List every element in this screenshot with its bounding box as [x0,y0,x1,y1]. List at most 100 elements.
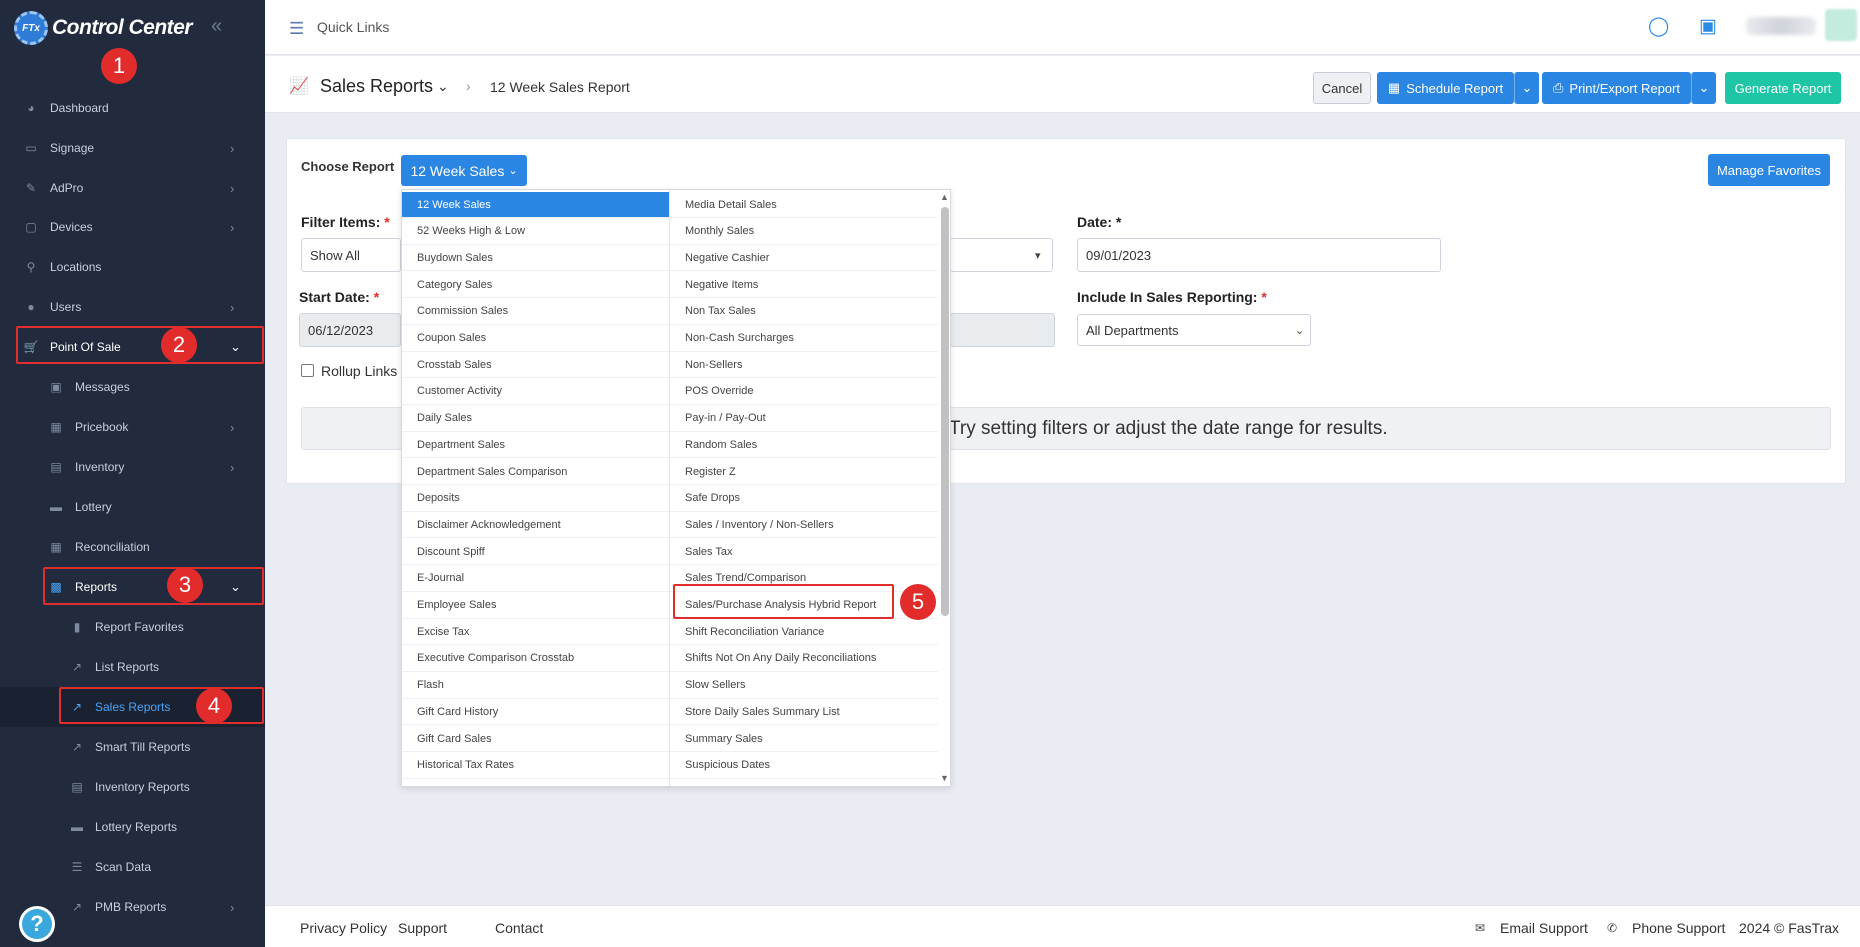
report-option[interactable]: Monthly Sales [670,219,938,245]
generate-report-button[interactable]: Generate Report [1725,72,1841,104]
report-option[interactable]: Buydown Sales [402,245,669,272]
report-option[interactable]: Coupon Sales [402,326,669,352]
sidebar-item-list-reports[interactable]: ↗ List Reports [0,647,265,687]
chevron-down-icon[interactable]: ⌄ [437,78,449,95]
report-option[interactable]: Non-Cash Surcharges [670,326,938,352]
report-option[interactable]: 52 Weeks High & Low [402,219,669,245]
sidebar-item-report-favorites[interactable]: ▮ Report Favorites [0,607,265,647]
report-option[interactable]: Negative Cashier [670,245,938,272]
report-option[interactable]: Sales Tax [670,539,938,566]
logo-icon: FTx [14,11,48,45]
choose-report-dropdown[interactable]: 12 Week Sales ⌄ [401,155,527,186]
date-input[interactable]: 09/01/2023 [1077,238,1441,272]
phone-support-link[interactable]: Phone Support [1632,920,1725,936]
chevron-right-icon: › [230,899,235,915]
menu-icon[interactable]: ☰ [289,19,304,39]
avatar[interactable] [1825,9,1857,41]
include-in-sales-select[interactable]: All Departments [1077,314,1311,346]
scrollbar-thumb[interactable] [941,207,949,616]
report-option[interactable]: Customer Activity [402,379,669,405]
report-option[interactable]: Disclaimer Acknowledgement [402,512,669,539]
sidebar-item-devices[interactable]: ▢ Devices › [0,207,265,247]
report-option[interactable]: Crosstab Sales [402,352,669,379]
sidebar-item-adpro[interactable]: ✎ AdPro › [0,168,265,208]
report-option[interactable]: Gift Card Sales [402,726,669,752]
email-support-link[interactable]: Email Support [1500,920,1588,936]
privacy-policy-link[interactable]: Privacy Policy [300,920,387,936]
sidebar-item-users[interactable]: ● Users › [0,287,265,327]
sidebar: FTx Control Center « ◕ Dashboard ▭ Signage… [0,0,265,947]
schedule-report-button[interactable]: ▦ Schedule Report [1377,72,1514,104]
sidebar-item-scan-data[interactable]: ☰ Scan Data [0,847,265,887]
report-option[interactable]: Flash [402,673,669,699]
sidebar-item-inventory-reports[interactable]: ▤ Inventory Reports [0,767,265,807]
report-option[interactable]: Gift Card History [402,699,669,726]
chat-icon[interactable]: ▣ [1699,15,1717,38]
report-option[interactable]: 12 Week Sales [402,192,669,218]
annotation-box-reports [43,567,264,605]
report-option[interactable]: Store Daily Sales Summary List [670,699,938,726]
scroll-down-icon[interactable]: ▼ [940,773,949,783]
filter-items-select[interactable]: Show All [301,238,401,272]
sidebar-item-lottery[interactable]: ▬ Lottery [0,487,265,527]
sidebar-item-smart-till-reports[interactable]: ↗ Smart Till Reports [0,727,265,767]
report-option[interactable]: Safe Drops [670,486,938,512]
report-option[interactable]: Deposits [402,486,669,512]
report-option[interactable]: System Discounts [670,779,938,787]
annotation-box-point-of-sale [16,326,264,364]
report-option[interactable]: E-Journal [402,566,669,592]
report-option[interactable]: Category Sales [402,272,669,299]
support-link[interactable]: Support [398,920,447,936]
report-option[interactable]: Executive Comparison Crosstab [402,646,669,672]
sidebar-item-signage[interactable]: ▭ Signage › [0,128,265,168]
report-option[interactable]: Daily Sales [402,406,669,432]
sidebar-item-messages[interactable]: ▣ Messages [0,367,265,407]
report-option[interactable]: Sales / Inventory / Non-Sellers [670,512,938,539]
sidebar-item-lottery-reports[interactable]: ▬ Lottery Reports [0,807,265,847]
report-option[interactable]: Non Tax Sales [670,299,938,325]
rollup-links-checkbox[interactable] [301,364,314,377]
report-option[interactable]: Non-Sellers [670,352,938,379]
cancel-button[interactable]: Cancel [1313,72,1371,104]
scroll-up-icon[interactable]: ▲ [940,192,949,202]
report-option[interactable]: Historical Tax Rates [402,753,669,779]
report-option[interactable]: Suspicious Dates [670,753,938,779]
report-option[interactable]: Department Sales [402,432,669,459]
sidebar-item-pricebook[interactable]: ▦ Pricebook › [0,407,265,447]
sidebar-item-reconciliation[interactable]: ▦ Reconciliation [0,527,265,567]
report-option[interactable]: Hourly Sales [402,779,669,787]
user-name-blurred[interactable] [1746,17,1816,35]
report-option[interactable]: Media Detail Sales [670,192,938,218]
help-button[interactable]: ? [19,906,55,942]
report-option[interactable]: Random Sales [670,432,938,459]
search-icon[interactable]: ◯ [1648,15,1669,38]
schedule-report-dropdown[interactable]: ⌄ [1514,72,1539,104]
choose-report-label: Choose Report [301,159,395,174]
collapse-sidebar-icon[interactable]: « [211,15,222,38]
print-export-dropdown[interactable]: ⌄ [1691,72,1716,104]
manage-favorites-button[interactable]: Manage Favorites [1708,154,1830,186]
contact-link[interactable]: Contact [495,920,543,936]
report-option[interactable]: Discount Spiff [402,539,669,566]
report-option[interactable]: POS Override [670,379,938,405]
report-option[interactable]: Department Sales Comparison [402,459,669,485]
end-date-input[interactable] [950,313,1055,347]
report-option[interactable]: Shift Reconciliation Variance [670,619,938,646]
sidebar-item-locations[interactable]: ⚲ Locations [0,247,265,287]
sidebar-item-inventory[interactable]: ▤ Inventory › [0,447,265,487]
quick-links[interactable]: Quick Links [317,19,389,35]
report-option[interactable]: Summary Sales [670,726,938,752]
report-option[interactable]: Negative Items [670,272,938,299]
report-option[interactable]: Employee Sales [402,593,669,619]
sidebar-item-dashboard[interactable]: ◕ Dashboard [0,88,265,128]
report-option[interactable]: Slow Sellers [670,673,938,699]
dashboard-icon: ◕ [27,101,35,115]
report-option[interactable]: Commission Sales [402,299,669,325]
report-option[interactable]: Excise Tax [402,619,669,646]
print-export-button[interactable]: ⎙ Print/Export Report [1542,72,1691,104]
report-option[interactable]: Register Z [670,459,938,485]
start-date-input[interactable]: 06/12/2023 [299,313,401,347]
brand[interactable]: FTx Control Center [14,11,193,45]
report-option[interactable]: Pay-in / Pay-Out [670,406,938,432]
report-option[interactable]: Shifts Not On Any Daily Reconciliations [670,646,938,672]
